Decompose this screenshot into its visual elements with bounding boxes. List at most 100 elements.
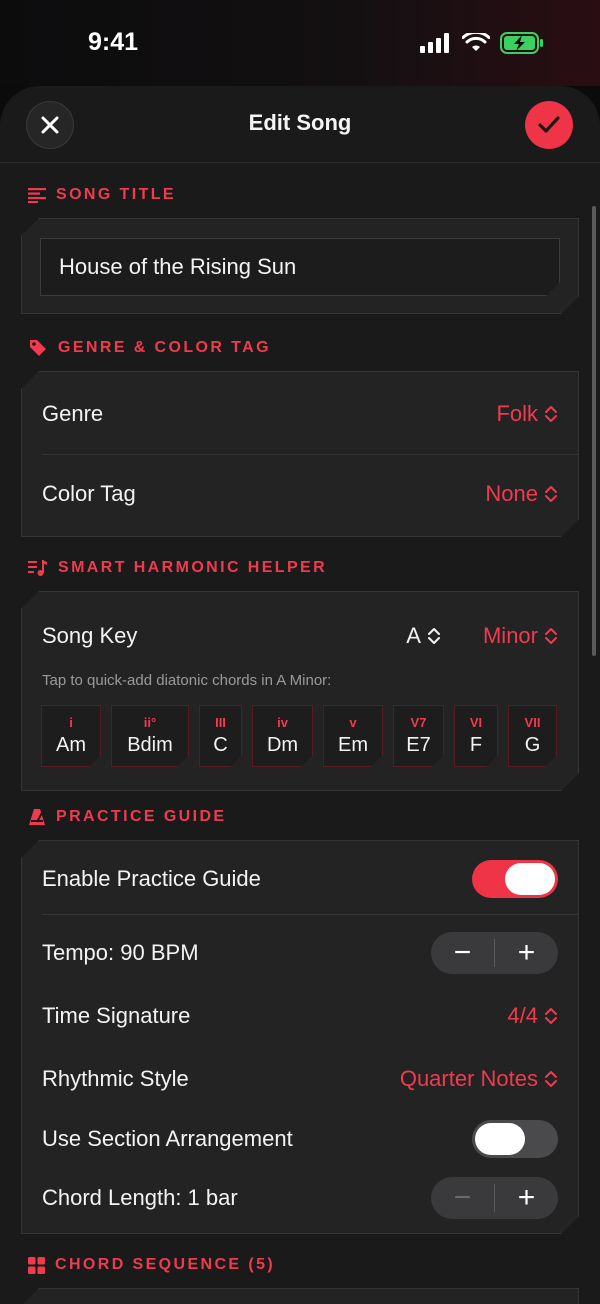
rhythmic-style-row[interactable]: Rhythmic Style Quarter Notes (42, 1059, 558, 1099)
key-mode-picker[interactable]: Minor (483, 623, 558, 649)
checkmark-icon (538, 116, 560, 133)
tempo-label: Tempo: 90 BPM (42, 940, 199, 965)
chord-length-row: Chord Length: 1 bar − + (42, 1176, 558, 1220)
color-tag-label: Color Tag (42, 481, 136, 506)
key-note-picker[interactable]: A (406, 623, 441, 649)
scrollbar[interactable] (592, 206, 596, 656)
divider (42, 914, 578, 915)
genre-color-card: Genre Folk Color Tag None (21, 371, 579, 537)
time-signature-row[interactable]: Time Signature 4/4 (42, 996, 558, 1036)
key-note-value: A (406, 623, 421, 648)
chord-chip[interactable]: VII G (508, 705, 557, 767)
chord-name: G (524, 734, 541, 756)
genre-row[interactable]: Genre Folk (42, 394, 558, 434)
chord-name: C (213, 734, 228, 756)
section-practice-guide: PRACTICE GUIDE (28, 808, 227, 826)
grid-icon (28, 1256, 45, 1274)
toggle-knob (505, 863, 555, 895)
section-chord-sequence: CHORD SEQUENCE (5) (28, 1256, 275, 1274)
text-lines-icon (28, 188, 46, 203)
section-song-title-label: SONG TITLE (56, 186, 176, 203)
chord-degree: i (69, 715, 73, 730)
chevron-up-down-icon (544, 1006, 558, 1026)
chord-name: Dm (266, 734, 299, 756)
section-arrangement-label: Use Section Arrangement (42, 1126, 293, 1151)
wifi-icon (462, 33, 490, 51)
song-key-label: Song Key (42, 623, 138, 648)
chord-chip[interactable]: i Am (41, 705, 101, 767)
chord-name: F (469, 734, 483, 756)
rhythmic-style-value: Quarter Notes (399, 1066, 538, 1091)
chord-degree: v (349, 715, 357, 730)
genre-value: Folk (496, 401, 538, 426)
tempo-stepper[interactable]: − + (431, 932, 558, 974)
chevron-up-down-icon (427, 626, 441, 646)
time-signature-picker[interactable]: 4/4 (507, 1003, 558, 1029)
color-tag-picker[interactable]: None (485, 481, 558, 507)
section-harmonic-helper: SMART HARMONIC HELPER (28, 559, 327, 577)
section-chord-sequence-label: CHORD SEQUENCE (5) (55, 1256, 276, 1273)
key-mode-value: Minor (482, 623, 538, 648)
tempo-decrement-button[interactable]: − (431, 932, 494, 974)
diatonic-chord-list: i Am ii° Bdim III C iv Dm v Em V7 E7 VI … (41, 705, 557, 767)
song-title-input[interactable] (40, 238, 560, 296)
section-song-title: SONG TITLE (28, 186, 176, 204)
save-button[interactable] (525, 101, 573, 149)
harmonic-helper-card: Song Key A Minor Tap to quick-add diaton… (21, 591, 579, 791)
chord-name: Bdim (127, 734, 173, 756)
chord-degree: III (215, 715, 226, 730)
enable-practice-label: Enable Practice Guide (42, 866, 261, 891)
chord-chip[interactable]: iv Dm (252, 705, 313, 767)
chord-name: Em (338, 734, 368, 756)
metronome-icon (29, 809, 45, 825)
chord-chip[interactable]: VI F (454, 705, 498, 767)
signal-icon (420, 33, 449, 53)
chord-length-increment-button[interactable]: + (495, 1177, 558, 1219)
section-genre-color: GENRE & COLOR TAG (28, 338, 271, 358)
color-tag-row[interactable]: Color Tag None (42, 474, 558, 514)
nav-bar: Edit Song (0, 86, 600, 163)
genre-label: Genre (42, 401, 104, 426)
genre-picker[interactable]: Folk (496, 401, 558, 427)
chevron-up-down-icon (544, 484, 558, 504)
practice-guide-card: Enable Practice Guide Tempo: 90 BPM − + … (21, 840, 579, 1234)
rhythmic-style-picker[interactable]: Quarter Notes (400, 1066, 558, 1092)
chord-degree: iv (277, 715, 288, 730)
chevron-up-down-icon (544, 626, 558, 646)
chord-length-decrement-button[interactable]: − (431, 1177, 494, 1219)
chord-length-label: Chord Length: 1 bar (42, 1185, 238, 1210)
chord-chip[interactable]: ii° Bdim (111, 705, 189, 767)
status-bar: 9:41 (0, 0, 600, 86)
enable-practice-row: Enable Practice Guide (42, 859, 558, 899)
chevron-up-down-icon (544, 404, 558, 424)
tempo-increment-button[interactable]: + (495, 932, 558, 974)
chord-length-stepper[interactable]: − + (431, 1177, 558, 1219)
chord-sequence-card (21, 1288, 579, 1304)
chord-name: Am (56, 734, 86, 756)
rhythmic-style-label: Rhythmic Style (42, 1066, 189, 1091)
chord-chip[interactable]: v Em (323, 705, 383, 767)
enable-practice-toggle[interactable] (472, 860, 558, 898)
section-genre-color-label: GENRE & COLOR TAG (58, 339, 271, 356)
song-title-card (21, 218, 579, 314)
chord-chip[interactable]: V7 E7 (393, 705, 444, 767)
time-signature-label: Time Signature (42, 1003, 191, 1028)
toggle-knob (475, 1123, 525, 1155)
section-practice-guide-label: PRACTICE GUIDE (56, 808, 227, 825)
time-signature-value: 4/4 (507, 1003, 538, 1028)
music-note-list-icon (28, 560, 47, 576)
status-time: 9:41 (88, 28, 139, 56)
chord-degree: VII (524, 715, 541, 730)
section-harmonic-helper-label: SMART HARMONIC HELPER (58, 559, 328, 576)
section-arrangement-toggle[interactable] (472, 1120, 558, 1158)
divider (42, 454, 578, 455)
chord-chip[interactable]: III C (199, 705, 242, 767)
song-key-row: Song Key A Minor (42, 616, 558, 656)
color-tag-value: None (485, 481, 538, 506)
chord-degree: ii° (143, 715, 157, 730)
status-icons (420, 32, 544, 54)
tempo-row: Tempo: 90 BPM − + (42, 931, 558, 975)
chevron-up-down-icon (544, 1069, 558, 1089)
diatonic-hint: Tap to quick-add diatonic chords in A Mi… (42, 672, 332, 689)
tag-icon (30, 340, 46, 356)
